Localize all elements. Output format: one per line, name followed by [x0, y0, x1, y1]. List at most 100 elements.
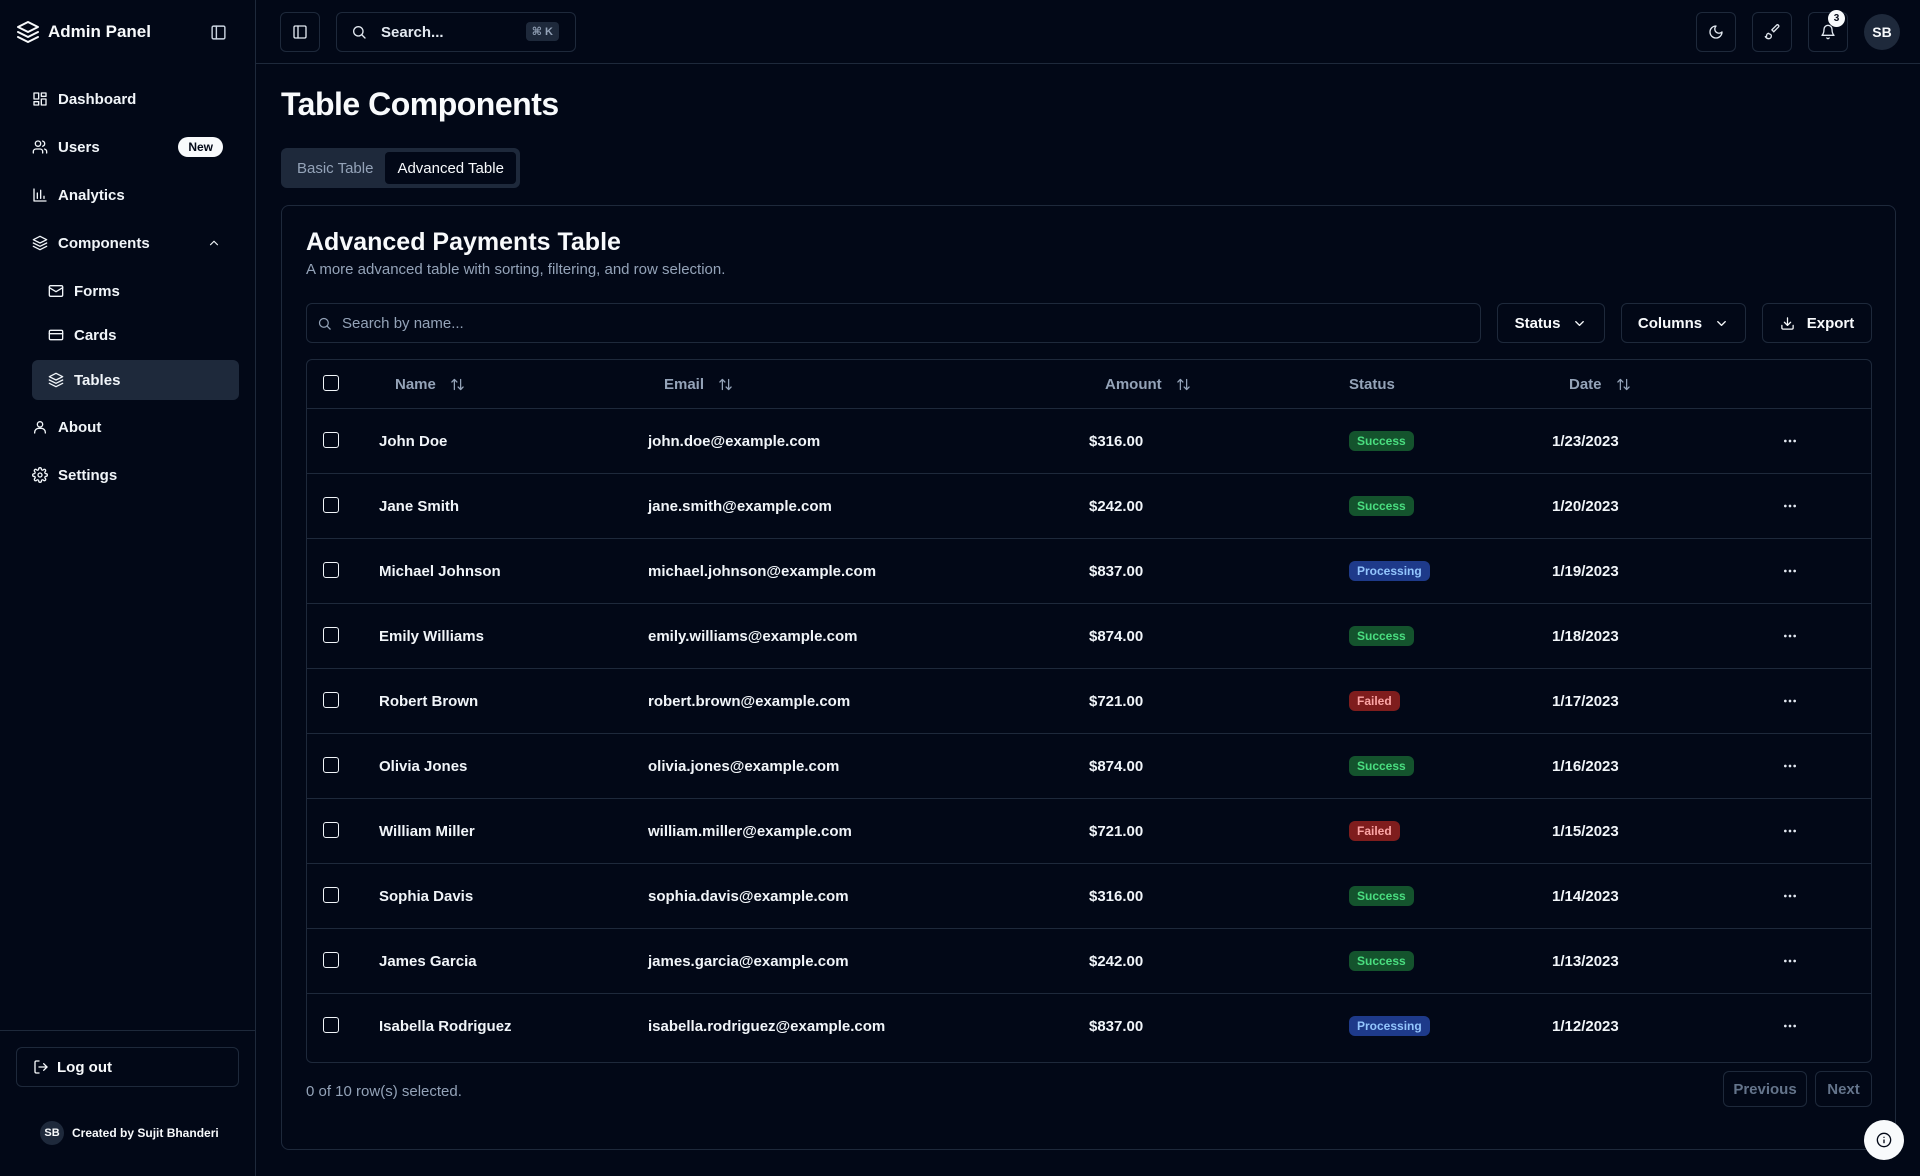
cell-status: Success: [1349, 734, 1414, 798]
cell-email: michael.johnson@example.com: [648, 562, 877, 580]
row-checkbox[interactable]: [323, 952, 339, 968]
download-icon: [1780, 316, 1795, 331]
select-all-checkbox[interactable]: [323, 375, 339, 391]
table-row: Emily Williams emily.williams@example.co…: [307, 604, 1871, 669]
theme-toggle-button[interactable]: [1696, 12, 1736, 52]
sidebar-item-forms[interactable]: Forms: [48, 273, 239, 309]
cell-status: Success: [1349, 929, 1414, 993]
more-horizontal-icon: [1782, 433, 1798, 449]
columns-button-label: Columns: [1637, 314, 1703, 332]
more-horizontal-icon: [1782, 563, 1798, 579]
cell-date: 1/16/2023: [1552, 757, 1619, 775]
row-checkbox[interactable]: [323, 757, 339, 773]
next-page-button[interactable]: Next: [1815, 1071, 1872, 1107]
export-button[interactable]: Export: [1762, 303, 1872, 343]
users-icon: [32, 139, 48, 155]
chevron-down-icon: [1714, 316, 1729, 331]
sort-amount-button[interactable]: Amount: [1105, 360, 1191, 408]
search-icon: [317, 316, 332, 331]
row-checkbox[interactable]: [323, 887, 339, 903]
row-actions-button[interactable]: [1782, 433, 1798, 449]
cell-email: olivia.jones@example.com: [648, 757, 840, 775]
layers-icon: [48, 372, 64, 388]
row-checkbox[interactable]: [323, 692, 339, 708]
customize-button[interactable]: [1752, 12, 1792, 52]
status-badge: Success: [1349, 951, 1414, 971]
status-badge: Failed: [1349, 821, 1400, 841]
search-icon: [351, 24, 367, 40]
row-actions-button[interactable]: [1782, 563, 1798, 579]
more-horizontal-icon: [1782, 498, 1798, 514]
sidebar-item-label: Analytics: [58, 186, 125, 204]
row-checkbox[interactable]: [323, 627, 339, 643]
status-badge: Processing: [1349, 561, 1430, 581]
row-actions-button[interactable]: [1782, 498, 1798, 514]
row-actions-button[interactable]: [1782, 628, 1798, 644]
row-actions-button[interactable]: [1782, 953, 1798, 969]
sort-name-button[interactable]: Name: [395, 360, 465, 408]
cell-date: 1/13/2023: [1552, 952, 1619, 970]
sidebar-divider: [0, 1030, 256, 1031]
sidebar-item-settings[interactable]: Settings: [32, 457, 239, 493]
notifications-button[interactable]: 3: [1808, 10, 1848, 52]
column-header-date: Date: [1569, 375, 1602, 393]
cell-amount: $837.00: [1089, 562, 1144, 580]
sidebar-item-dashboard[interactable]: Dashboard: [32, 81, 239, 117]
cell-status: Success: [1349, 474, 1414, 538]
arrow-up-down-icon: [718, 377, 733, 392]
page-title: Table Components: [281, 86, 559, 122]
sidebar-item-label: Components: [58, 234, 150, 252]
status-badge: Success: [1349, 626, 1414, 646]
cell-name: James Garcia: [379, 952, 477, 970]
row-actions-button[interactable]: [1782, 888, 1798, 904]
cell-name: Isabella Rodriguez: [379, 1017, 512, 1035]
row-actions-button[interactable]: [1782, 823, 1798, 839]
log-out-icon: [33, 1059, 49, 1075]
row-actions-button[interactable]: [1782, 1018, 1798, 1034]
sidebar-item-users[interactable]: Users New: [32, 129, 239, 165]
tab-advanced-table[interactable]: Advanced Table: [385, 152, 516, 184]
row-checkbox[interactable]: [323, 497, 339, 513]
tabs: Basic Table Advanced Table: [281, 148, 520, 188]
table-header: Name Email Amount Status Date: [307, 360, 1871, 409]
row-checkbox[interactable]: [323, 562, 339, 578]
card-title: Advanced Payments Table: [306, 228, 621, 256]
more-horizontal-icon: [1782, 888, 1798, 904]
cell-status: Failed: [1349, 799, 1400, 863]
cell-amount: $874.00: [1089, 757, 1144, 775]
cell-date: 1/20/2023: [1552, 497, 1619, 515]
row-checkbox[interactable]: [323, 822, 339, 838]
sidebar-item-tables[interactable]: Tables: [32, 360, 239, 400]
name-filter-input[interactable]: Search by name...: [306, 303, 1481, 343]
info-button[interactable]: [1864, 1120, 1904, 1160]
row-actions-button[interactable]: [1782, 758, 1798, 774]
topbar: Search... ⌘ K 3 SB: [256, 0, 1920, 64]
logout-button[interactable]: Log out: [16, 1047, 239, 1087]
row-checkbox[interactable]: [323, 1017, 339, 1033]
more-horizontal-icon: [1782, 823, 1798, 839]
sort-date-button[interactable]: Date: [1569, 360, 1631, 408]
columns-button[interactable]: Columns: [1621, 303, 1746, 343]
user-avatar-button[interactable]: SB: [1864, 14, 1900, 50]
sidebar-collapse-button[interactable]: [208, 22, 228, 42]
sidebar-item-components[interactable]: Components: [32, 225, 239, 261]
bar-chart-icon: [32, 187, 48, 203]
brand[interactable]: Admin Panel: [16, 20, 151, 44]
row-actions-button[interactable]: [1782, 693, 1798, 709]
status-filter-button[interactable]: Status: [1497, 303, 1605, 343]
sidebar-item-analytics[interactable]: Analytics: [32, 177, 239, 213]
global-search-button[interactable]: Search... ⌘ K: [336, 12, 576, 52]
shortcut-hint: ⌘ K: [525, 22, 559, 41]
sidebar-item-about[interactable]: About: [32, 409, 239, 445]
column-header-amount: Amount: [1105, 375, 1162, 393]
toggle-sidebar-button[interactable]: [280, 12, 320, 52]
sidebar-item-cards[interactable]: Cards: [48, 317, 239, 353]
row-checkbox[interactable]: [323, 432, 339, 448]
tab-basic-table[interactable]: Basic Table: [285, 152, 385, 184]
selection-count: 0 of 10 row(s) selected.: [306, 1083, 462, 1100]
chevron-down-icon: [1572, 316, 1587, 331]
previous-page-button[interactable]: Previous: [1723, 1071, 1807, 1107]
gear-icon: [32, 467, 48, 483]
more-horizontal-icon: [1782, 628, 1798, 644]
sort-email-button[interactable]: Email: [664, 360, 733, 408]
